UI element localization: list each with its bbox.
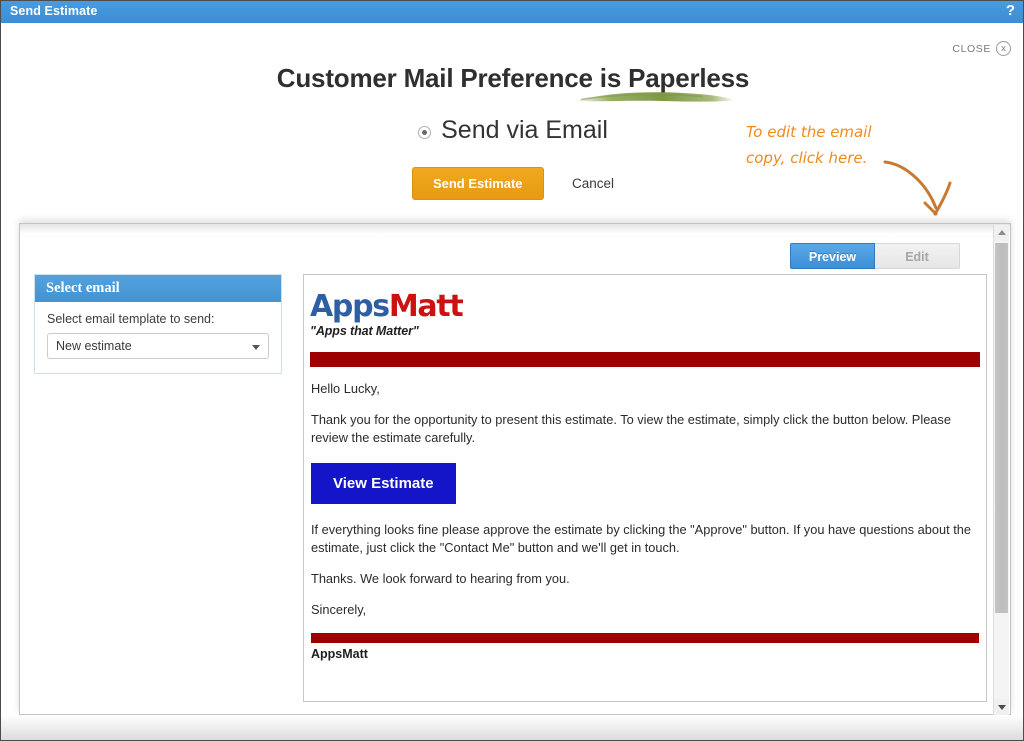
email-closing: Sincerely,: [311, 602, 367, 617]
email-template-selected-value: New estimate: [56, 339, 132, 353]
email-document-inner: AppsMatt "Apps that Matter" Hello Lucky,…: [304, 275, 986, 661]
select-email-body: Select email template to send: New estim…: [35, 302, 281, 373]
appsmatt-logo: AppsMatt "Apps that Matter": [310, 289, 980, 346]
select-email-title: Select email: [35, 275, 281, 302]
page-title: Customer Mail Preference is Paperless: [276, 63, 750, 93]
window-titlebar: Send Estimate ?: [1, 1, 1023, 23]
chevron-down-icon: [252, 345, 260, 350]
select-email-card: Select email Select email template to se…: [34, 274, 282, 374]
logo-tagline: "Apps that Matter": [310, 324, 419, 338]
send-via-email-label: Send via Email: [441, 116, 608, 144]
email-paragraph-1: Thank you for the opportunity to present…: [311, 412, 951, 445]
email-signature: AppsMatt: [311, 647, 368, 661]
logo-apps-text: Apps: [310, 289, 390, 324]
send-estimate-dialog: Send Estimate ? CLOSE x Customer Mail Pr…: [0, 0, 1024, 741]
send-estimate-button[interactable]: Send Estimate: [411, 167, 544, 200]
scroll-up-arrow-icon[interactable]: [994, 225, 1009, 241]
email-document: AppsMatt "Apps that Matter" Hello Lucky,…: [303, 274, 987, 702]
select-email-field-label: Select email template to send:: [47, 312, 215, 326]
email-template-select[interactable]: New estimate: [47, 333, 269, 359]
send-via-email-radio[interactable]: Send via Email: [418, 116, 608, 145]
email-paragraph-3: Thanks. We look forward to hearing from …: [311, 571, 570, 586]
view-estimate-button[interactable]: View Estimate: [311, 463, 456, 504]
radio-selected-icon: [418, 125, 432, 139]
action-buttons: Send Estimate Cancel: [1, 167, 1023, 200]
window-bottom-bar: [1, 715, 1023, 740]
tab-preview[interactable]: Preview: [790, 243, 875, 269]
panel-top-shadow: [20, 224, 1010, 234]
logo-matt-text: Matt: [388, 289, 464, 324]
preview-edit-tabs: Preview Edit: [790, 243, 960, 269]
scrollbar-thumb[interactable]: [995, 243, 1008, 613]
close-button[interactable]: CLOSE x: [952, 41, 1011, 56]
headline-container: Customer Mail Preference is Paperless: [1, 63, 1023, 94]
email-body: Hello Lucky, Thank you for the opportuni…: [310, 380, 980, 661]
email-paragraph-2: If everything looks fine please approve …: [311, 522, 971, 555]
close-icon: x: [996, 41, 1011, 56]
email-preview-panel: Preview Edit Select email Select email t…: [19, 223, 1011, 715]
window-title: Send Estimate: [10, 4, 98, 18]
email-greeting: Hello Lucky,: [311, 381, 380, 396]
email-footer-band: [311, 633, 979, 643]
help-icon[interactable]: ?: [1006, 2, 1015, 19]
panel-scrollbar[interactable]: [993, 225, 1009, 715]
close-label: CLOSE: [952, 42, 991, 55]
scroll-down-arrow-icon[interactable]: [994, 699, 1009, 715]
send-method-row: Send via Email: [1, 116, 1023, 145]
logo-wordmark: AppsMatt: [310, 291, 980, 323]
cancel-button[interactable]: Cancel: [572, 176, 614, 191]
email-header-band: [310, 352, 980, 367]
tab-edit[interactable]: Edit: [875, 243, 960, 269]
